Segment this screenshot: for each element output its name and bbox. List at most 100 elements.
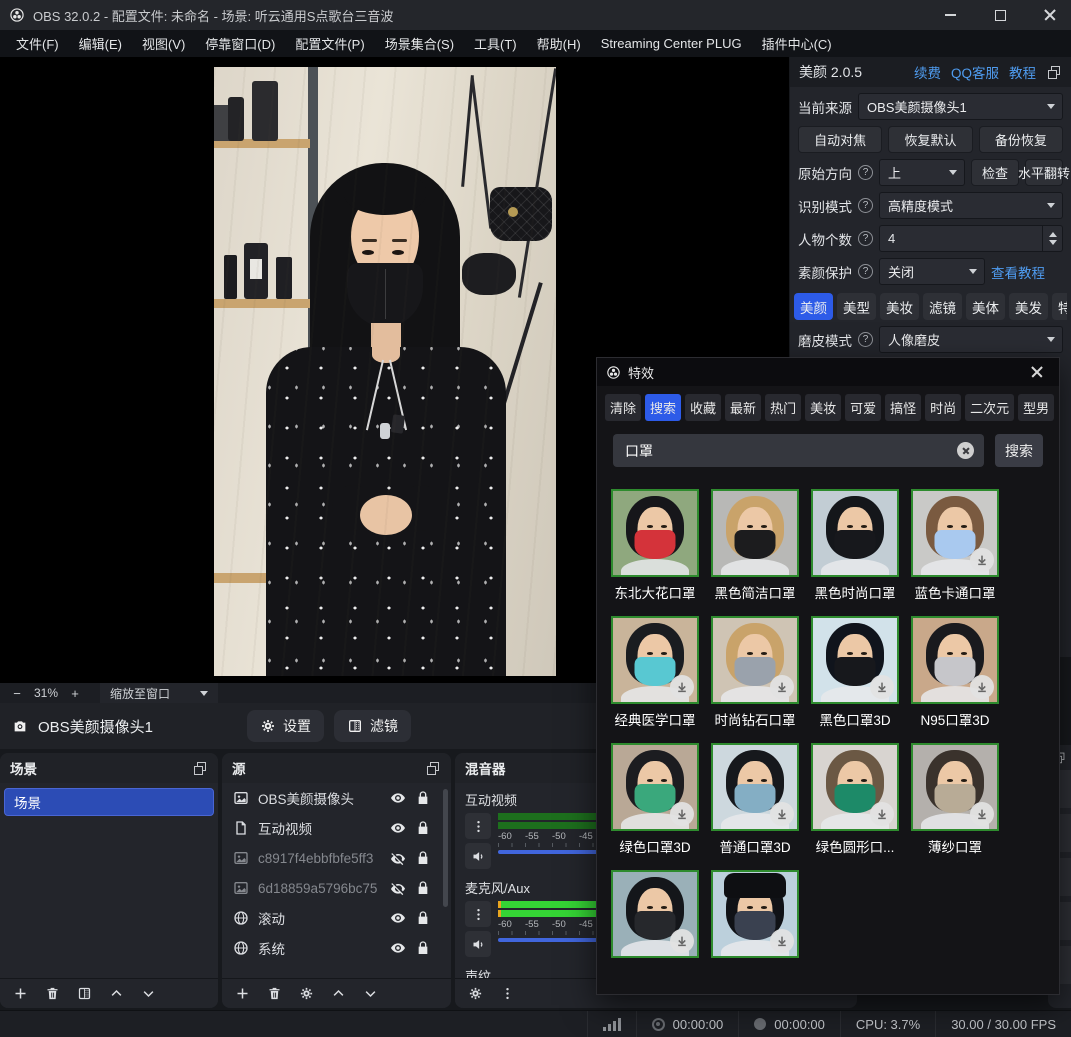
beauty-tab[interactable]: 美发 <box>1009 293 1048 320</box>
menu-item[interactable]: 停靠窗口(D) <box>195 30 285 57</box>
move-source-down-button[interactable] <box>360 983 380 1005</box>
effect-thumbnail[interactable] <box>711 870 799 958</box>
lock-toggle[interactable] <box>415 910 431 926</box>
zoom-in-button[interactable]: + <box>68 686 82 701</box>
beauty-link[interactable]: 续费 <box>914 62 941 82</box>
beauty-tab[interactable]: 美妆 <box>880 293 919 320</box>
tutorial-link[interactable]: 查看教程 <box>991 262 1045 282</box>
zoom-out-button[interactable]: − <box>10 686 24 701</box>
source-row[interactable]: 系统 <box>222 933 451 963</box>
effect-thumbnail[interactable] <box>711 616 799 704</box>
filters-button[interactable]: 滤镜 <box>334 710 411 742</box>
channel-menu-button[interactable] <box>465 901 491 927</box>
help-icon[interactable] <box>858 264 873 279</box>
effects-tab[interactable]: 收藏 <box>685 394 721 421</box>
lock-toggle[interactable] <box>415 940 431 956</box>
menu-item[interactable]: 视图(V) <box>132 30 195 57</box>
effect-thumbnail[interactable] <box>811 616 899 704</box>
remove-scene-button[interactable] <box>42 983 62 1005</box>
effect-item[interactable]: N95口罩3D <box>911 616 999 729</box>
lock-toggle[interactable] <box>415 850 431 866</box>
visibility-toggle[interactable] <box>390 820 406 836</box>
effect-item[interactable]: 绿色口罩3D <box>611 743 699 856</box>
menu-item[interactable]: 编辑(E) <box>69 30 132 57</box>
help-icon[interactable] <box>858 332 873 347</box>
source-row[interactable]: 互动视频 <box>222 813 451 843</box>
effects-tab[interactable]: 可爱 <box>845 394 881 421</box>
move-source-up-button[interactable] <box>328 983 348 1005</box>
effects-tab[interactable]: 搜索 <box>645 394 681 421</box>
minimize-button[interactable] <box>929 0 971 30</box>
popout-icon[interactable] <box>1046 64 1062 80</box>
beauty-tab[interactable]: 美颜 <box>794 293 833 320</box>
beauty-tab[interactable]: 特效 <box>1052 293 1067 320</box>
popout-icon[interactable] <box>192 760 208 776</box>
advanced-audio-button[interactable] <box>465 983 485 1005</box>
effect-thumbnail[interactable] <box>611 489 699 577</box>
visibility-toggle[interactable] <box>390 910 406 926</box>
effect-item[interactable]: 黑酷套装 <box>711 870 799 963</box>
effect-item[interactable]: 黑色简洁口罩 <box>711 489 799 602</box>
menu-item[interactable]: Streaming Center PLUG <box>591 30 752 57</box>
effects-tab[interactable]: 型男 <box>1018 394 1054 421</box>
move-scene-up-button[interactable] <box>106 983 126 1005</box>
effect-item[interactable]: 东北大花口罩 <box>611 489 699 602</box>
stepper-arrows[interactable] <box>1042 226 1062 251</box>
close-button[interactable] <box>1029 0 1071 30</box>
effect-thumbnail[interactable] <box>611 616 699 704</box>
effects-tab[interactable]: 最新 <box>725 394 761 421</box>
lock-toggle[interactable] <box>415 820 431 836</box>
beauty-action-button[interactable]: 自动对焦 <box>798 126 882 153</box>
effect-thumbnail[interactable] <box>611 743 699 831</box>
effect-thumbnail[interactable] <box>911 616 999 704</box>
channel-menu-button[interactable] <box>465 813 491 839</box>
source-row[interactable]: OBS美颜摄像头 <box>222 783 451 813</box>
mute-button[interactable] <box>465 843 491 869</box>
recognition-dropdown[interactable]: 高精度模式 <box>879 192 1063 219</box>
help-icon[interactable] <box>858 165 873 180</box>
scene-item[interactable]: 场景 <box>4 788 214 816</box>
effect-thumbnail[interactable] <box>911 489 999 577</box>
scrollbar[interactable] <box>443 789 448 907</box>
effect-thumbnail[interactable] <box>811 489 899 577</box>
close-icon[interactable] <box>1024 359 1050 385</box>
menu-item[interactable]: 插件中心(C) <box>752 30 842 57</box>
add-source-button[interactable] <box>232 983 252 1005</box>
source-dropdown[interactable]: OBS美颜摄像头1 <box>858 93 1063 120</box>
popout-icon[interactable] <box>425 760 441 776</box>
orientation-dropdown[interactable]: 上 <box>879 159 965 186</box>
settings-button[interactable]: 设置 <box>247 710 324 742</box>
makeup-protect-dropdown[interactable]: 关闭 <box>879 258 985 285</box>
mute-button[interactable] <box>465 931 491 957</box>
smooth-mode-dropdown[interactable]: 人像磨皮 <box>879 326 1063 353</box>
effects-tab[interactable]: 二次元 <box>965 394 1014 421</box>
flip-horizontal-button[interactable]: 水平翻转 <box>1025 159 1063 186</box>
search-button[interactable]: 搜索 <box>995 434 1043 467</box>
effect-item[interactable]: 黑色时尚口罩 <box>811 489 899 602</box>
help-icon[interactable] <box>858 231 873 246</box>
effect-thumbnail[interactable] <box>711 489 799 577</box>
effect-item[interactable]: 时尚钻石口罩 <box>711 616 799 729</box>
zoom-fit-dropdown[interactable]: 缩放至窗口 <box>100 683 218 703</box>
visibility-toggle[interactable] <box>390 850 406 866</box>
effect-item[interactable]: 黑色面具 <box>611 870 699 963</box>
scene-filters-button[interactable] <box>74 983 94 1005</box>
effect-item[interactable]: 薄纱口罩 <box>911 743 999 856</box>
effect-item[interactable]: 经典医学口罩 <box>611 616 699 729</box>
source-row[interactable]: 滚动 <box>222 903 451 933</box>
effects-search-field[interactable] <box>613 434 984 467</box>
effect-thumbnail[interactable] <box>811 743 899 831</box>
lock-toggle[interactable] <box>415 880 431 896</box>
effect-item[interactable]: 蓝色卡通口罩 <box>911 489 999 602</box>
effect-thumbnail[interactable] <box>611 870 699 958</box>
source-row[interactable]: c8917f4ebbfbfe5ff3 <box>222 843 451 873</box>
effects-tab[interactable]: 美妆 <box>805 394 841 421</box>
source-row[interactable]: 6d18859a5796bc75 <box>222 873 451 903</box>
menu-item[interactable]: 配置文件(P) <box>285 30 374 57</box>
help-icon[interactable] <box>858 198 873 213</box>
effect-thumbnail[interactable] <box>711 743 799 831</box>
source-properties-button[interactable] <box>296 983 316 1005</box>
effects-tab[interactable]: 搞怪 <box>885 394 921 421</box>
add-scene-button[interactable] <box>10 983 30 1005</box>
remove-source-button[interactable] <box>264 983 284 1005</box>
